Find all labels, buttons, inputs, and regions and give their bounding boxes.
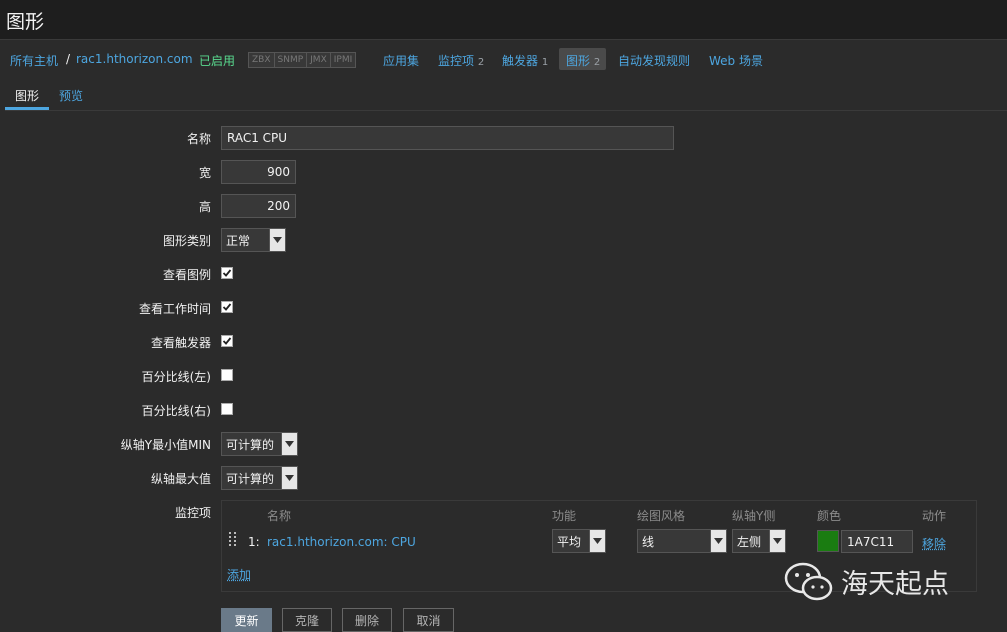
col-color: 颜色 [817,509,842,523]
ymax-label: 纵轴最大值 [150,472,211,486]
ymin-label: 纵轴Y最小值MIN [120,438,211,452]
applications-link[interactable]: 应用集 [383,52,419,69]
discovery-rules-link[interactable]: 自动发现规则 [618,52,690,69]
jmx-badge: JMX [307,53,331,67]
triggers-count: 1 [541,57,549,68]
update-button[interactable]: 更新 [221,608,272,632]
ymax-select[interactable]: 可计算的 [221,466,298,490]
show-legend-checkbox[interactable] [221,267,233,279]
height-input[interactable]: 200 [221,194,296,218]
items-link[interactable]: 监控项 2 [438,52,484,69]
form-tabs: 图形 预览 [5,83,1007,111]
items-label: 监控项 [174,506,211,520]
ipmi-badge: IPMI [333,55,353,65]
name-input[interactable]: RAC1 CPU [221,126,674,150]
percentile-left-checkbox[interactable] [221,369,233,381]
items-count: 2 [477,57,485,68]
cancel-button[interactable]: 取消 [403,608,454,632]
chevron-down-icon [769,530,785,552]
show-worktime-label: 查看工作时间 [138,302,211,316]
color-input-value: 1A7C11 [847,534,895,549]
check-icon [222,269,232,277]
graph-type-value: 正常 [226,233,251,248]
percentile-right-checkbox[interactable] [221,403,233,415]
page-title: 图形 [6,11,45,33]
tab-graph[interactable]: 图形 [15,87,39,104]
name-input-value: RAC1 CPU [227,131,288,145]
graph-form: 名称 RAC1 CPU 宽 900 高 200 图形类别 正常 查看图例 查看工… [5,112,1007,632]
width-label: 宽 [198,166,211,180]
triggers-link[interactable]: 触发器 1 [502,52,548,69]
draw-style-value: 线 [642,534,655,549]
host-status[interactable]: 已启用 [199,52,235,69]
y-axis-side-value: 左侧 [737,534,762,549]
y-axis-side-select[interactable]: 左侧 [732,529,786,553]
width-input[interactable]: 900 [221,160,296,184]
ymax-value: 可计算的 [226,471,275,486]
check-icon [222,337,232,345]
ymin-value: 可计算的 [226,437,275,452]
graphs-count: 2 [593,57,601,68]
show-worktime-checkbox[interactable] [221,301,233,313]
percentile-right-label: 百分比线(右) [141,404,211,418]
add-item-link[interactable]: 添加 [227,566,251,583]
triggers-link-label: 触发器 [502,54,539,68]
tab-underline [5,107,49,110]
breadcrumb-separator: / [66,52,71,66]
col-y-axis-side: 纵轴Y侧 [732,509,776,523]
graphs-link-label: 图形 [566,54,591,68]
show-legend-label: 查看图例 [162,268,211,282]
drag-handle-icon[interactable] [229,532,237,548]
chevron-down-icon [589,530,605,552]
graphs-link[interactable]: 图形 2 [566,52,600,69]
graph-type-label: 图形类别 [162,234,211,248]
width-input-value: 900 [267,165,290,179]
remove-link[interactable]: 移除 [922,535,946,552]
color-input[interactable]: 1A7C11 [841,530,913,553]
item-name-link[interactable]: rac1.hthorizon.com: CPU [267,535,416,549]
draw-style-select[interactable]: 线 [637,529,727,553]
graph-type-select[interactable]: 正常 [221,228,286,252]
chevron-down-icon [281,467,297,489]
function-select[interactable]: 平均 [552,529,606,553]
col-action: 动作 [922,509,947,523]
col-draw-style: 绘图风格 [637,509,686,523]
wechat-icon [784,562,833,601]
page-header: 图形 [0,0,1007,40]
protocol-indicators: ZBX SNMP JMX IPMI [248,52,357,68]
row-index: 1: [248,535,260,549]
show-triggers-checkbox[interactable] [221,335,233,347]
check-icon [222,303,232,311]
clone-button[interactable]: 克隆 [282,608,332,632]
watermark-text: 海天起点 [841,569,949,600]
chevron-down-icon [710,530,726,552]
tab-preview[interactable]: 预览 [59,87,83,104]
snmp-badge: SNMP [275,53,308,67]
chevron-down-icon [281,433,297,455]
delete-button[interactable]: 删除 [342,608,392,632]
color-swatch[interactable] [817,530,839,552]
items-link-label: 监控项 [438,54,475,68]
zbx-badge: ZBX [249,53,275,67]
height-label: 高 [198,200,211,214]
height-input-value: 200 [267,199,290,213]
col-name: 名称 [267,509,292,523]
col-function: 功能 [552,509,577,523]
web-scenarios-link[interactable]: Web 场景 [709,52,763,69]
host-link[interactable]: rac1.hthorizon.com [76,52,193,66]
chevron-down-icon [269,229,285,251]
all-hosts-link[interactable]: 所有主机 [10,52,58,69]
show-triggers-label: 查看触发器 [150,336,211,350]
function-value: 平均 [557,534,582,549]
percentile-left-label: 百分比线(左) [141,370,211,384]
name-label: 名称 [186,132,211,146]
watermark: 海天起点 [783,560,983,604]
ymin-select[interactable]: 可计算的 [221,432,298,456]
